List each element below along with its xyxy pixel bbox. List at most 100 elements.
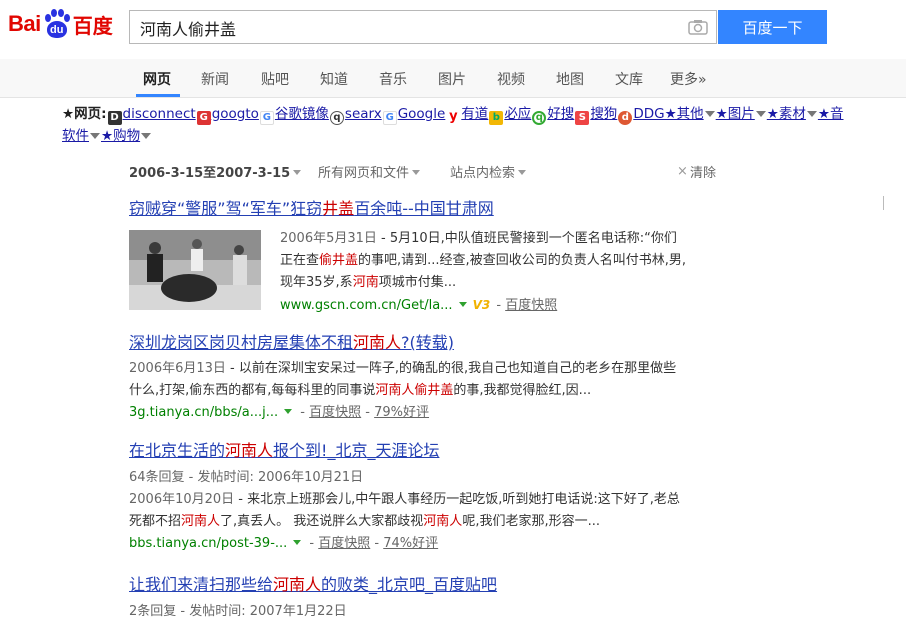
bookmark-sogou[interactable]: 搜狗 xyxy=(590,106,617,122)
abstract-text: - 来北京上班那会儿,中午跟人事经历一起吃饭,听到她打电话说:这下好了,老总 xyxy=(234,492,680,507)
search-input[interactable] xyxy=(138,17,682,39)
date-range-filter[interactable]: 2006-3-15至2007-3-15 xyxy=(129,162,302,181)
header: Bai du 百度 百度一下 xyxy=(0,0,906,56)
title-text: 的败类_北京吧_百度贴吧 xyxy=(321,575,498,594)
tab-map[interactable]: 地图 xyxy=(556,69,584,89)
result-url[interactable]: bbs.tianya.cn/post-39-... xyxy=(129,536,287,551)
scope-filter[interactable]: 所有网页和文件 xyxy=(318,162,421,181)
tab-images[interactable]: 图片 xyxy=(438,69,466,89)
tab-wenku[interactable]: 文库 xyxy=(615,69,643,89)
chevron-down-icon[interactable] xyxy=(458,302,467,307)
v3-badge-icon[interactable]: V3 xyxy=(473,294,491,316)
bookmark-searx[interactable]: searx xyxy=(345,106,382,122)
chevron-down-icon[interactable] xyxy=(293,540,302,545)
abstract-text: 正在查 xyxy=(280,253,320,268)
bookmark-haosou[interactable]: 好搜 xyxy=(547,106,574,122)
divider xyxy=(883,196,884,210)
result-title[interactable]: 深圳龙岗区岗贝村房屋集体不租河南人?(转载) xyxy=(129,333,454,352)
abstract-highlight: 河南人偷井盖 xyxy=(375,383,454,398)
bookmark-disconnect[interactable]: disconnect xyxy=(123,106,196,122)
magnifier-icon: q xyxy=(329,111,344,125)
tab-tieba[interactable]: 贴吧 xyxy=(261,69,289,89)
disconnect-icon: D xyxy=(107,111,122,125)
search-button[interactable]: 百度一下 xyxy=(718,10,827,44)
bookmark-bar: ★网页: Ddisconnect Ggoogto G 谷歌镜像 q searx G Google… xyxy=(62,103,906,147)
bookmark-shopping[interactable]: ★购物 xyxy=(101,128,140,144)
sogou-icon: S xyxy=(575,111,590,125)
bookmark-google-mirror[interactable]: 谷歌镜像 xyxy=(275,106,329,122)
result-date: 2006年5月31日 xyxy=(280,231,377,246)
result-date: 2006年6月13日 xyxy=(129,361,226,376)
tab-zhidao[interactable]: 知道 xyxy=(320,69,348,89)
active-tab-indicator xyxy=(136,94,180,97)
tab-music[interactable]: 音乐 xyxy=(379,69,407,89)
title-highlight: 河南人 xyxy=(225,441,274,460)
result-title[interactable]: 窃贼穿“警服”驾“军车”狂窃井盖百余吨--中国甘肃网 xyxy=(129,199,494,218)
result-meta: 64条回复 - 发帖时间: 2006年10月21日 xyxy=(129,470,364,485)
abstract-highlight: 河南人 xyxy=(181,514,221,529)
bing-icon: b xyxy=(489,111,504,125)
youdao-icon: y xyxy=(446,110,461,124)
abstract-text: 项城市付集... xyxy=(378,275,457,290)
tab-more[interactable]: 更多» xyxy=(670,69,707,89)
title-highlight: 井盖 xyxy=(322,199,355,218)
title-text: ?(转载) xyxy=(401,333,455,352)
dropdown-icon[interactable] xyxy=(90,133,100,139)
dropdown-icon[interactable] xyxy=(755,111,766,117)
bookmark-materials[interactable]: ★素材 xyxy=(767,106,806,122)
snapshot-link[interactable]: 百度快照 xyxy=(318,536,370,551)
snapshot-link[interactable]: 百度快照 xyxy=(309,405,361,420)
nav-tabs: 网页 新闻 贴吧 知道 音乐 图片 视频 地图 文库 更多» xyxy=(0,59,906,98)
tab-video[interactable]: 视频 xyxy=(497,69,525,89)
baidu-logo[interactable]: Bai du 百度 xyxy=(8,6,113,42)
abstract-text: 了,真丢人。 我还说胖么大家都歧视 xyxy=(220,514,424,529)
chevron-down-icon xyxy=(293,170,302,175)
result-url[interactable]: www.gscn.com.cn/Get/la... xyxy=(280,298,453,313)
abstract-text: 呢,我们老家那,形容一... xyxy=(462,514,600,529)
close-icon[interactable]: × xyxy=(677,164,688,179)
abstract-text: 现年35岁,系 xyxy=(280,275,353,290)
result-abstract: 2006年10月20日 - 来北京上班那会儿,中午跟人事经历一起吃饭,听到她打电… xyxy=(129,492,680,551)
logo-du: du xyxy=(46,21,67,38)
snapshot-link[interactable]: 百度快照 xyxy=(505,298,557,313)
bookmark-google[interactable]: Google xyxy=(398,106,446,122)
result-thumbnail[interactable] xyxy=(129,230,261,310)
scope-label: 所有网页和文件 xyxy=(318,166,410,181)
search-result: 窃贼穿“警服”驾“军车”狂窃井盖百余吨--中国甘肃网 2006年5月31日 - … xyxy=(129,198,729,318)
result-abstract: 2006年5月31日 - 5月10日,中队值班民警接到一个匿名电话称:“你们 正… xyxy=(280,228,710,317)
camera-icon[interactable] xyxy=(688,19,708,35)
chevron-down-icon[interactable] xyxy=(284,409,293,414)
search-result: 让我们来清扫那些给河南人的败类_北京吧_百度贴吧 2条回复 - 发帖时间: 20… xyxy=(129,574,729,623)
title-text: 窃贼穿“警服”驾“军车”狂窃 xyxy=(129,199,323,218)
result-url[interactable]: 3g.tianya.cn/bbs/a...j... xyxy=(129,405,278,420)
chevron-down-icon xyxy=(518,170,527,175)
tab-web[interactable]: 网页 xyxy=(143,69,171,89)
date-range-label: 2006-3-15至2007-3-15 xyxy=(129,166,291,181)
haosou-icon: q xyxy=(532,111,547,125)
paw-icon: du xyxy=(42,9,72,39)
abstract-text: 死都不招 xyxy=(129,514,182,529)
chevron-down-icon xyxy=(412,170,421,175)
bookmark-ddg-other[interactable]: DDG★其他 xyxy=(633,106,703,122)
result-title[interactable]: 让我们来清扫那些给河南人的败类_北京吧_百度贴吧 xyxy=(129,575,497,594)
rating-link[interactable]: 74%好评 xyxy=(383,536,438,551)
result-title[interactable]: 在北京生活的河南人报个到!_北京_天涯论坛 xyxy=(129,441,439,460)
googto-icon: G xyxy=(196,111,211,125)
abstract-text: 的事,我都觉得脸红,因... xyxy=(453,383,592,398)
tab-news[interactable]: 新闻 xyxy=(201,69,229,89)
site-search-label: 站点内检索 xyxy=(450,166,516,181)
bookmark-bing[interactable]: 必应 xyxy=(504,106,531,122)
bookmark-images[interactable]: ★图片 xyxy=(716,106,755,122)
dropdown-icon[interactable] xyxy=(806,111,817,117)
bookmark-software[interactable]: 软件 xyxy=(62,128,89,144)
dropdown-icon[interactable] xyxy=(141,133,152,139)
rating-link[interactable]: 79%好评 xyxy=(374,405,429,420)
google-icon: G xyxy=(382,111,397,125)
bookmark-youdao[interactable]: 有道 xyxy=(461,106,488,122)
bookmark-googto[interactable]: googto xyxy=(212,106,259,122)
clear-filter-button[interactable]: 清除 xyxy=(690,162,716,181)
result-date: 2006年10月20日 xyxy=(129,492,235,507)
site-search-filter[interactable]: 站点内检索 xyxy=(450,162,527,181)
bookmark-music[interactable]: ★音 xyxy=(818,106,844,122)
dropdown-icon[interactable] xyxy=(704,111,715,117)
